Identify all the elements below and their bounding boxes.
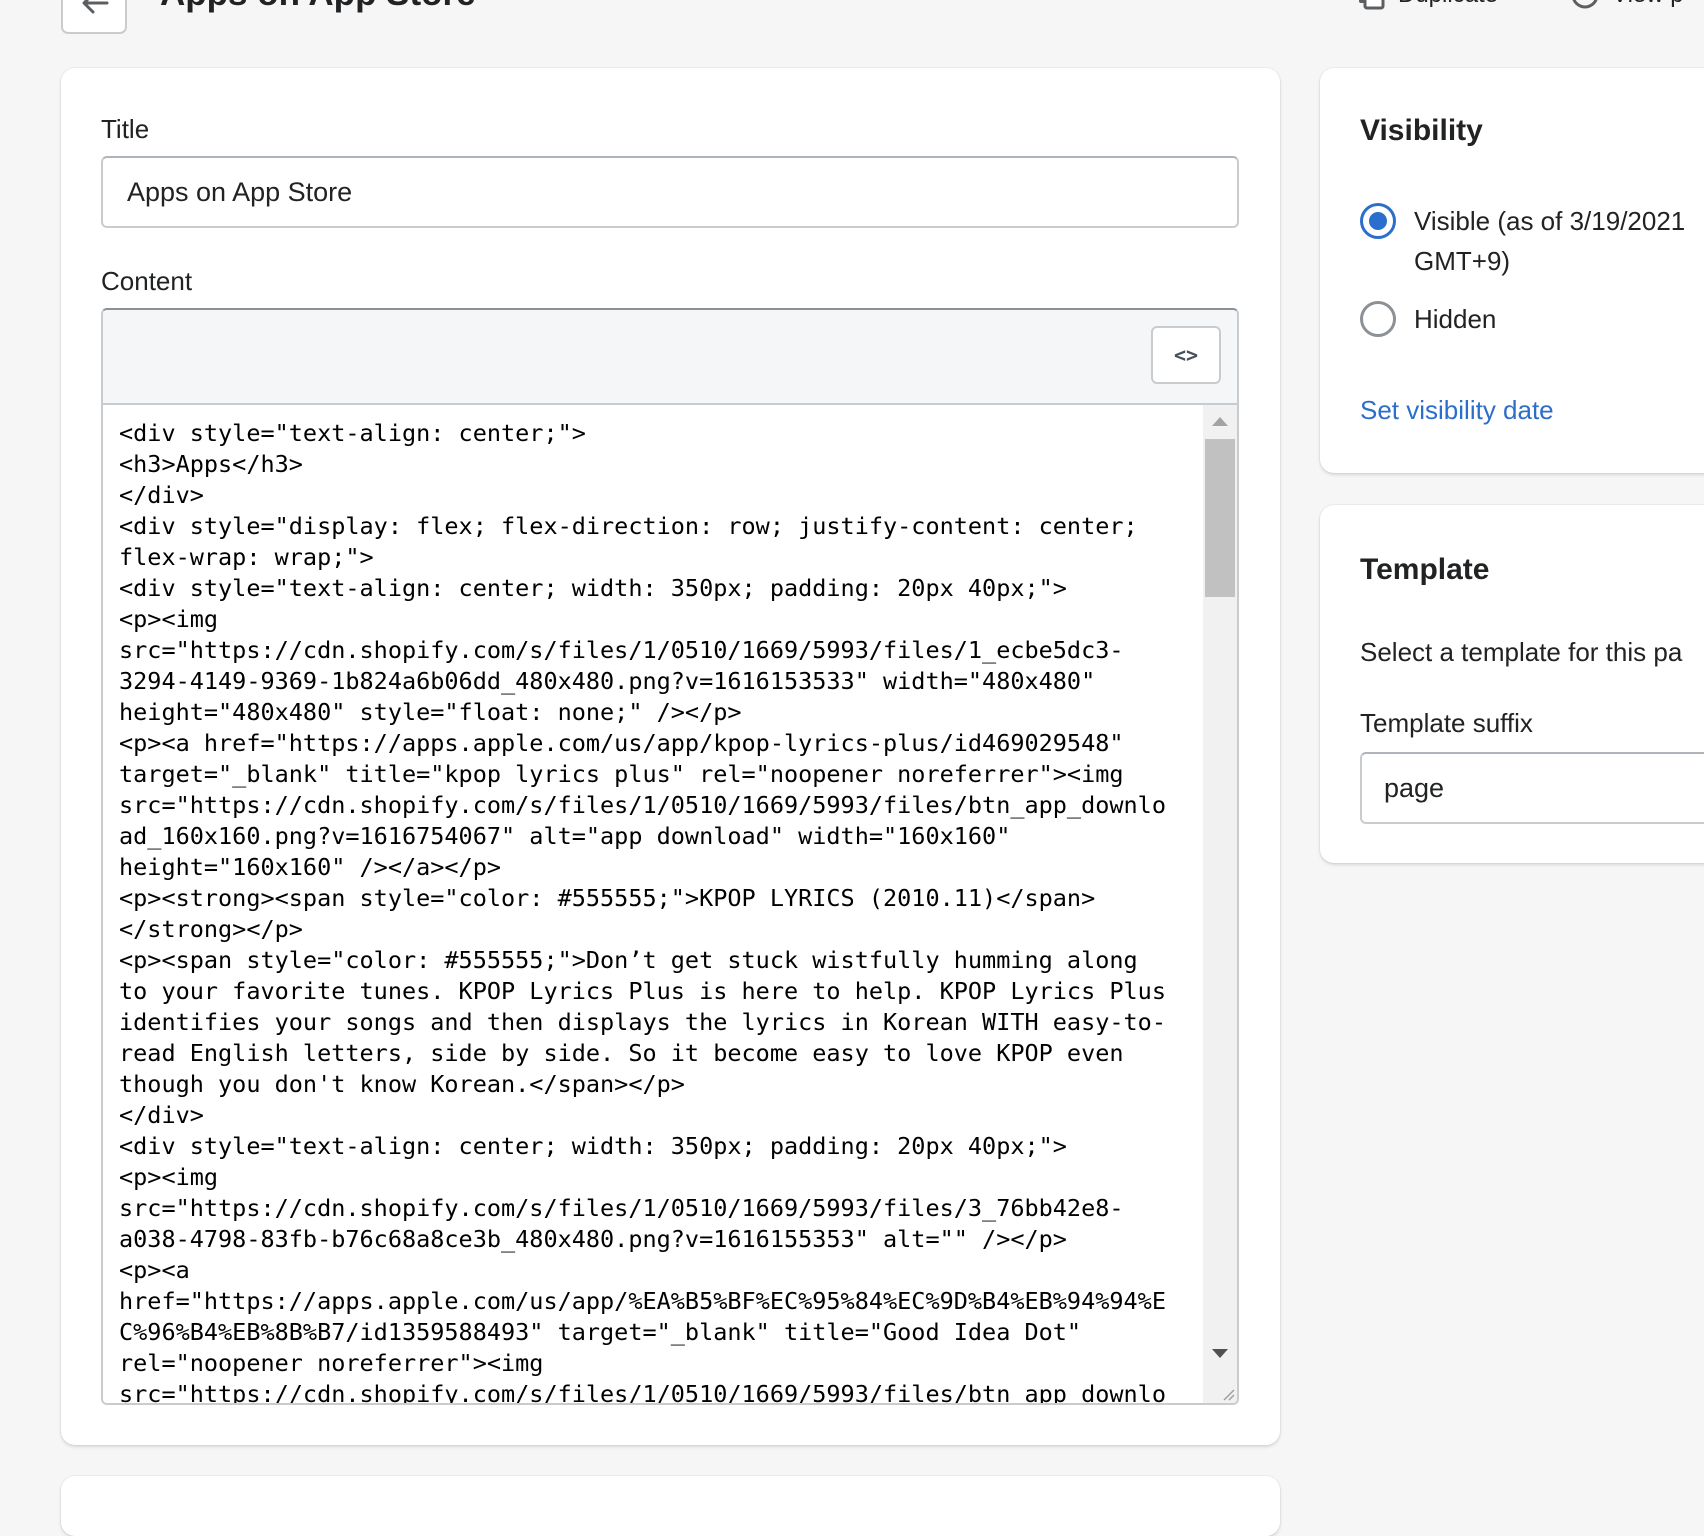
editor-scrollbar[interactable] <box>1203 405 1237 1403</box>
show-html-button[interactable]: <> <box>1151 326 1221 384</box>
title-label: Title <box>101 114 150 144</box>
template-suffix-value: page <box>1384 772 1445 803</box>
scroll-up-arrow-icon[interactable] <box>1212 417 1228 426</box>
next-card <box>61 1476 1280 1536</box>
arrow-left-icon <box>82 0 109 14</box>
editor-toolbar: <> <box>103 310 1237 405</box>
content-editor: <> <div style="text-align: center;"> <h3… <box>101 308 1239 1405</box>
duplicate-icon <box>1359 0 1385 10</box>
visibility-heading: Visibility <box>1360 114 1483 147</box>
template-suffix-label: Template suffix <box>1360 708 1533 738</box>
set-visibility-date-link[interactable]: Set visibility date <box>1360 395 1554 426</box>
visible-radio-label: Visible (as of 3/19/2021 GMT+9) <box>1414 206 1686 276</box>
view-page-button[interactable]: View p <box>1570 0 1684 10</box>
page-content-card: Title Content <> <div style="text-align:… <box>61 68 1280 1445</box>
html-code-textarea[interactable]: <div style="text-align: center;"> <h3>Ap… <box>103 405 1205 1403</box>
visible-radio-button[interactable] <box>1360 203 1396 239</box>
template-suffix-select[interactable]: page <box>1360 752 1704 824</box>
hidden-radio-option[interactable]: Hidden <box>1360 301 1496 339</box>
visibility-card: Visibility Visible (as of 3/19/2021 GMT+… <box>1320 68 1704 473</box>
content-label: Content <box>101 266 193 296</box>
template-heading: Template <box>1360 553 1490 586</box>
page-title: Apps on App Store <box>160 0 476 14</box>
title-input[interactable] <box>101 156 1239 228</box>
hidden-radio-label: Hidden <box>1414 304 1497 334</box>
hidden-radio-button[interactable] <box>1360 301 1396 337</box>
duplicate-label: Duplicate <box>1398 0 1498 9</box>
resize-grip-icon[interactable] <box>1219 1385 1235 1401</box>
template-description: Select a template for this pa <box>1360 637 1683 667</box>
scroll-down-arrow-icon[interactable] <box>1212 1349 1228 1358</box>
back-button[interactable] <box>61 0 127 34</box>
duplicate-button[interactable]: Duplicate <box>1356 0 1498 10</box>
view-page-label: View p <box>1612 0 1684 9</box>
eye-icon <box>1572 0 1598 9</box>
scrollbar-thumb[interactable] <box>1205 439 1235 597</box>
visible-radio-option[interactable]: Visible (as of 3/19/2021 GMT+9) <box>1360 203 1685 281</box>
template-card: Template Select a template for this pa T… <box>1320 505 1704 863</box>
